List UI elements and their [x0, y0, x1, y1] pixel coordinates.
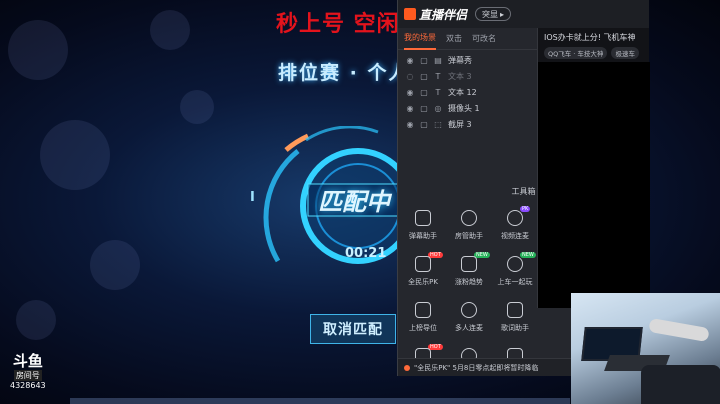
douyu-logo: 斗鱼: [12, 352, 43, 370]
layer-label: 弹幕秀: [448, 55, 472, 65]
multi-link-icon: [461, 302, 477, 318]
tool-lyrics[interactable]: 歌词助手: [492, 298, 538, 336]
bokeh-light: [180, 90, 214, 124]
stream-title[interactable]: IOS办卡就上分! 飞机车神: [538, 28, 649, 47]
tool-label: 全民乐PK: [408, 278, 438, 286]
category-tag[interactable]: QQ飞车 · 车技大神: [544, 47, 608, 59]
buff-icon: [415, 302, 431, 318]
screenshot-icon: ⬚: [434, 119, 442, 129]
danmu-helper-icon: [415, 210, 431, 226]
pk-icon: [415, 256, 431, 272]
tool-fans-trend[interactable]: NEW 涨粉趋势: [446, 252, 492, 290]
tool-label: 视频连麦: [501, 232, 529, 240]
rank-roman: I: [250, 190, 255, 205]
webcam-feed: [571, 293, 720, 404]
camera-icon: ◎: [434, 103, 442, 113]
bokeh-light: [16, 300, 56, 340]
toolbox-grid: 弹幕助手 房管助手 PK 视频连麦 HOT 全民乐PK NEW 涨粉趋势 NEW…: [398, 206, 538, 382]
stream-info-panel: IOS办卡就上分! 飞机车神 QQ飞车 · 车技大神 极速车: [537, 28, 650, 308]
badge: PK: [520, 206, 531, 212]
tool-label: 多人连麦: [455, 324, 483, 332]
tab-double-click[interactable]: 双击: [446, 28, 462, 50]
tab-my-scenes[interactable]: 我的场景: [404, 28, 436, 50]
eye-icon[interactable]: ◉: [406, 56, 414, 65]
tool-label: 上榜导位: [409, 324, 437, 332]
stream-bottom-strip: [70, 398, 570, 404]
tool-buff[interactable]: 上榜导位: [400, 298, 446, 336]
room-number: 4328643: [10, 381, 46, 390]
eye-icon[interactable]: ◉: [406, 120, 414, 129]
tool-danmu-helper[interactable]: 弹幕助手: [400, 206, 446, 244]
layer-label: 文本 3: [448, 71, 472, 81]
lock-icon[interactable]: ▢: [420, 72, 428, 81]
chevron-right-icon: ▸: [500, 9, 505, 19]
room-manager-icon: [461, 210, 477, 226]
douyu-watermark: 斗鱼 房间号 4328643: [10, 352, 46, 391]
bokeh-light: [150, 10, 190, 50]
bokeh-light: [90, 240, 140, 290]
lock-icon[interactable]: ▢: [420, 120, 428, 129]
bokeh-light: [8, 20, 68, 80]
layer-label: 截屏 3: [448, 119, 472, 129]
brand-name: 直播伴侣: [419, 7, 468, 22]
match-timer: 00:21: [345, 246, 387, 261]
eye-icon[interactable]: ◉: [406, 104, 414, 113]
tool-label: 弹幕助手: [409, 232, 437, 240]
tool-pk[interactable]: HOT 全民乐PK: [400, 252, 446, 290]
tool-room-manager[interactable]: 房管助手: [446, 206, 492, 244]
brand-logo-icon: [404, 8, 416, 20]
panel-header: 直播伴侣 突显 ▸: [398, 0, 649, 28]
tool-multi-link[interactable]: 多人连麦: [446, 298, 492, 336]
version-label: 突显: [482, 9, 499, 19]
tool-video-link[interactable]: PK 视频连麦: [492, 206, 538, 244]
tool-car-play[interactable]: NEW 上车一起玩: [492, 252, 538, 290]
tab-rename[interactable]: 可改名: [472, 28, 496, 50]
lock-icon[interactable]: ▢: [420, 88, 428, 97]
webcam-arm: [648, 317, 710, 343]
layer-label: 摄像头 1: [448, 103, 480, 113]
eye-icon[interactable]: ◉: [406, 88, 414, 97]
preview-area: [538, 62, 650, 308]
tool-label: 涨粉趋势: [455, 278, 483, 286]
fans-trend-icon: [461, 256, 477, 272]
tool-label: 房管助手: [455, 232, 483, 240]
speaker-icon: [404, 364, 410, 371]
lyrics-icon: [507, 302, 523, 318]
bokeh-light: [40, 120, 110, 190]
car-play-icon: [507, 256, 523, 272]
lock-icon[interactable]: ▢: [420, 56, 428, 65]
room-label: 房间号: [13, 370, 42, 381]
webcam-chair: [641, 365, 720, 404]
stream-banner: 秒上号 空闲: [276, 12, 400, 37]
mode-title: 排位赛 · 个人: [278, 62, 410, 84]
tool-label: 上车一起玩: [497, 278, 533, 286]
notice-text: "全民乐PK" 5月8日零点起即将暂时降临: [414, 363, 539, 372]
video-link-icon: [507, 210, 523, 226]
text-icon: T: [435, 87, 441, 97]
tool-label: 歌词助手: [501, 324, 529, 332]
layer-label: 文本 12: [448, 87, 477, 97]
text-icon: T: [435, 71, 441, 81]
category-tags: QQ飞车 · 车技大神 极速车: [538, 47, 649, 59]
badge: NEW: [520, 252, 536, 258]
version-button[interactable]: 突显 ▸: [475, 7, 512, 21]
eye-off-icon[interactable]: ◌: [406, 72, 414, 81]
lock-icon[interactable]: ▢: [420, 104, 428, 113]
category-tag[interactable]: 极速车: [611, 47, 639, 59]
brand: 直播伴侣: [404, 6, 467, 23]
matching-text: 匹配中: [318, 188, 390, 216]
danmu-icon: ▤: [434, 55, 442, 65]
cancel-match-button[interactable]: 取消匹配: [310, 314, 396, 344]
